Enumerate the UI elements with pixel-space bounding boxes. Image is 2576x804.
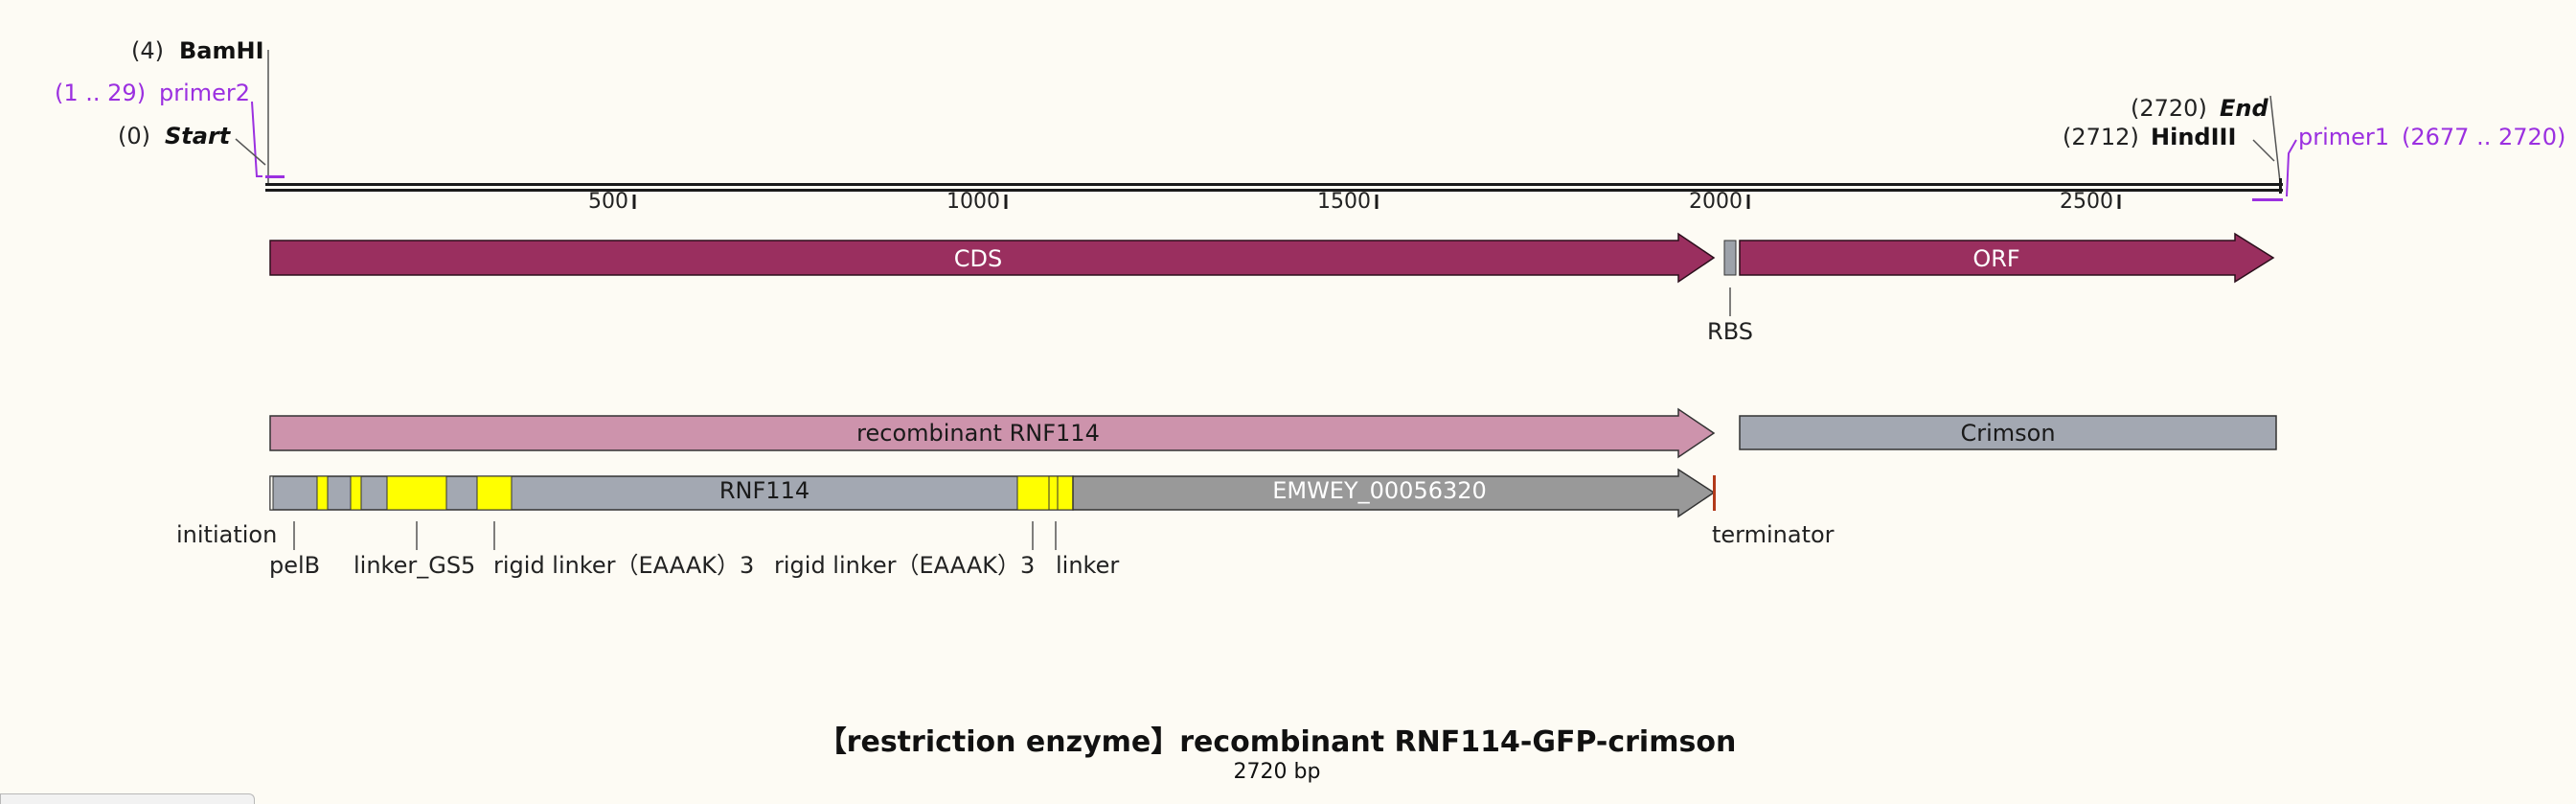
linker-feature[interactable] [1048, 475, 1059, 511]
primer2-leader [251, 101, 262, 177]
hindiii-leader [2252, 139, 2275, 162]
primer2-label[interactable]: primer2 [159, 80, 250, 106]
rigid-linker-1-feature[interactable] [476, 475, 513, 511]
initiation-label: initiation [176, 521, 277, 548]
rnf114-label: RNF114 [719, 477, 809, 504]
primer2-range: (1 .. 29) [55, 80, 146, 106]
ruler-tick-500: 500 [588, 190, 628, 214]
linker-label: linker [1056, 552, 1119, 579]
start-position: (0) [118, 123, 150, 149]
map-title: 【restriction enzyme】recombinant RNF114-G… [818, 725, 1737, 759]
primer1-label[interactable]: primer1 [2298, 124, 2389, 150]
linker-gs5-label: linker_GS5 [353, 552, 475, 579]
recombinant-rnf114-label: recombinant RNF114 [856, 420, 1100, 447]
linker-gs5-feature[interactable] [386, 475, 447, 511]
pelb-label: pelB [269, 552, 320, 579]
linker-segment[interactable] [316, 475, 329, 511]
map-length: 2720 bp [1234, 760, 1321, 784]
rbs-feature[interactable] [1723, 240, 1737, 276]
end-leader [2269, 95, 2281, 183]
emwey-00056320-label: EMWEY_00056320 [1272, 477, 1487, 504]
hindiii-position: (2712) [2063, 124, 2139, 150]
linker-segment[interactable] [350, 475, 362, 511]
ruler: 500 1000 1500 2000 2500 [588, 190, 2121, 214]
primer1-marker[interactable] [2252, 198, 2283, 201]
bamhi-position: (4) [131, 37, 164, 64]
end-label: End [2220, 95, 2268, 122]
cds-label: CDS [954, 245, 1002, 272]
backbone-end-cap [2279, 178, 2282, 194]
bamhi-site-label[interactable]: BamHI [179, 37, 264, 64]
rnf114-segment-track: RNF114 [269, 475, 1074, 511]
rigid-linker-1-label: rigid linker（EAAAK）3 [493, 552, 754, 579]
rigid-linker-2-label: rigid linker（EAAAK）3 [774, 552, 1035, 579]
ruler-tick-1000: 1000 [946, 190, 1000, 214]
bottom-scroll-tab[interactable] [0, 793, 255, 804]
linker-segment[interactable] [1057, 475, 1074, 511]
start-leader [235, 138, 266, 166]
hindiii-site-label[interactable]: HindIII [2151, 124, 2236, 150]
rbs-label: RBS [1707, 318, 1753, 345]
ruler-tick-1500: 1500 [1317, 190, 1371, 214]
primer1-leader [2286, 139, 2297, 197]
terminator-feature[interactable] [1713, 475, 1716, 511]
orf-label: ORF [1972, 245, 2019, 272]
backbone-bottom-strand [265, 189, 2283, 192]
primer2-marker[interactable] [265, 175, 285, 178]
backbone-top-strand [265, 183, 2283, 186]
start-label: Start [165, 123, 232, 149]
ruler-tick-2000: 2000 [1689, 190, 1743, 214]
end-position: (2720) [2131, 95, 2207, 122]
initiation-feature[interactable] [269, 475, 274, 511]
rigid-linker-2-feature[interactable] [1016, 475, 1050, 511]
primer1-range: (2677 .. 2720) [2402, 124, 2565, 150]
crimson-label: Crimson [1960, 420, 2055, 447]
terminator-label: terminator [1712, 521, 1835, 548]
ruler-tick-2500: 2500 [2060, 190, 2113, 214]
sequence-map: (4) BamHI (1 .. 29) primer2 (0) Start (2… [55, 37, 2565, 784]
